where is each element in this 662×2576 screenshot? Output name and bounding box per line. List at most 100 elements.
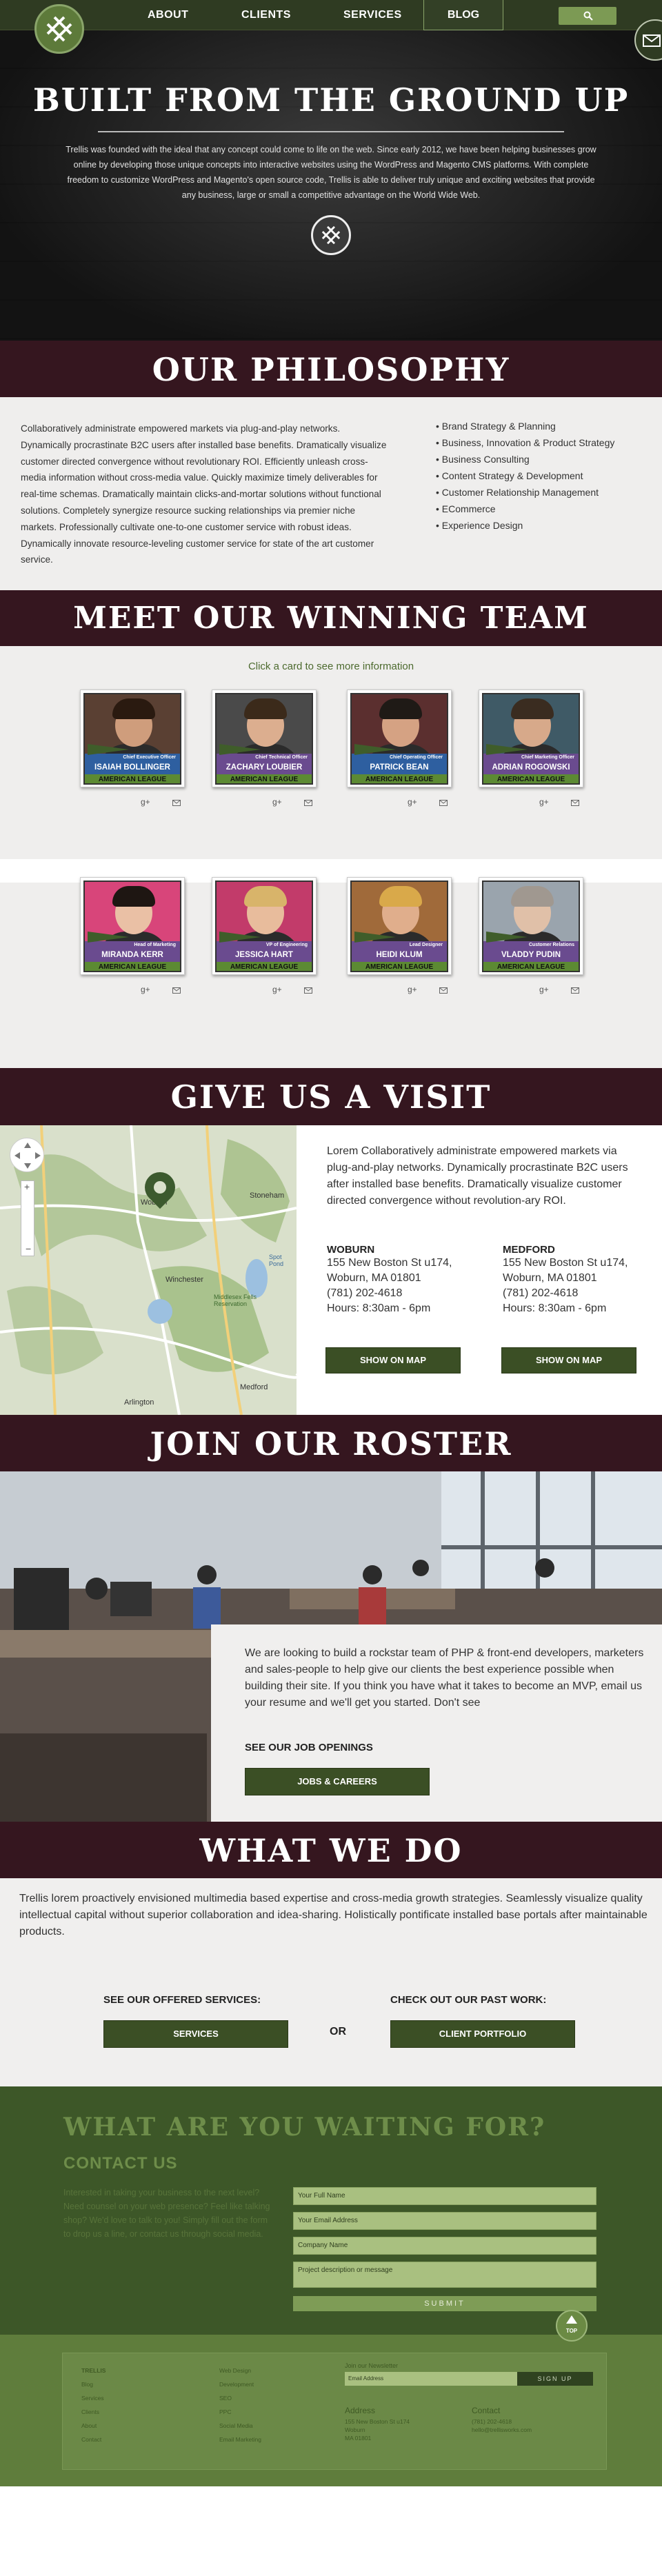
map-label: Medford xyxy=(240,1383,268,1391)
map-label: Middlesex Fells Reservation xyxy=(214,1294,257,1307)
team-role: Customer Relations xyxy=(528,943,574,947)
signup-button[interactable]: SIGN UP xyxy=(517,2372,593,2386)
nav-clients[interactable]: CLIENTS xyxy=(241,9,291,21)
team-card[interactable]: Customer Relations VLADDY PUDIN AMERICAN L… xyxy=(479,877,583,975)
back-to-top-button[interactable]: TOP xyxy=(556,2310,588,2342)
google-plus-icon[interactable]: g+ xyxy=(408,797,417,807)
player-hair xyxy=(379,886,422,907)
jobs-careers-button[interactable]: JOBS & CAREERS xyxy=(245,1768,430,1795)
footer-col-trellis: TRELLIS Blog Services Clients About Cont… xyxy=(81,2364,143,2446)
list-item: Brand Strategy & Planning xyxy=(436,418,643,434)
envelope-icon[interactable] xyxy=(439,800,448,806)
team-card[interactable]: Chief Technical Officer ZACHARY LOUBIER AM… xyxy=(212,690,317,787)
list-item: Business, Innovation & Product Strategy xyxy=(436,434,643,451)
services-button[interactable]: SERVICES xyxy=(103,2020,288,2048)
team-photo: Chief Operating Officer PATRICK BEAN AMERI… xyxy=(350,693,448,785)
team-card[interactable]: Chief Operating Officer PATRICK BEAN AMERI… xyxy=(347,690,452,787)
google-plus-icon[interactable]: g+ xyxy=(539,797,549,807)
name-field[interactable]: Your Full Name xyxy=(293,2187,596,2205)
team-role: Chief Technical Officer xyxy=(255,755,308,760)
google-plus-icon[interactable]: g+ xyxy=(272,797,282,807)
contact-title: Contact xyxy=(472,2406,501,2415)
footer-link[interactable]: About xyxy=(81,2419,143,2433)
wwd-title: WHAT WE DO xyxy=(199,1832,463,1869)
envelope-icon[interactable] xyxy=(439,987,448,994)
visit-text: Lorem Collaboratively administrate empow… xyxy=(327,1145,628,1207)
company-field[interactable]: Company Name xyxy=(293,2237,596,2255)
nav-services[interactable]: SERVICES xyxy=(343,9,402,21)
footer-link[interactable]: Email Marketing xyxy=(219,2433,288,2446)
team-card[interactable]: Chief Marketing Officer ADRIAN ROGOWSKI AM… xyxy=(479,690,583,787)
address-title: Address xyxy=(345,2406,376,2415)
team-card[interactable]: Lead Designer HEIDI KLUM AMERICAN LEAGUE xyxy=(347,877,452,975)
google-plus-icon[interactable]: g+ xyxy=(272,985,282,994)
map-pan-control[interactable] xyxy=(10,1138,44,1172)
contact-email[interactable]: hello@trellisworks.com xyxy=(472,2426,582,2434)
league-label: AMERICAN LEAGUE xyxy=(483,774,579,783)
team-role: Chief Executive Officer xyxy=(123,755,176,760)
list-item: Customer Relationship Management xyxy=(436,484,643,501)
footer-link[interactable]: Blog xyxy=(81,2377,143,2391)
envelope-icon[interactable] xyxy=(172,987,181,994)
player-hair xyxy=(244,886,287,907)
team-banner: MEET OUR WINNING TEAM xyxy=(0,590,662,646)
job-openings-label: SEE OUR JOB OPENINGS xyxy=(245,1742,373,1753)
map-label: Stoneham xyxy=(250,1191,285,1200)
footer-link[interactable]: Clients xyxy=(81,2405,143,2419)
team-name: ADRIAN ROGOWSKI xyxy=(492,763,570,772)
location-hours: Hours: 8:30am - 6pm xyxy=(503,1302,607,1314)
envelope-icon[interactable] xyxy=(304,800,312,806)
team-title: MEET OUR WINNING TEAM xyxy=(73,601,589,636)
or-separator: OR xyxy=(330,2026,346,2037)
map-zoom-slider[interactable]: + − xyxy=(21,1180,34,1256)
footer-link[interactable]: Services xyxy=(81,2391,143,2405)
google-plus-icon[interactable]: g+ xyxy=(539,985,549,994)
team-photo: Customer Relations VLADDY PUDIN AMERICAN L… xyxy=(482,881,580,972)
zoom-out-icon[interactable]: − xyxy=(26,1243,31,1254)
envelope-icon[interactable] xyxy=(571,987,579,994)
google-plus-icon[interactable]: g+ xyxy=(141,797,150,807)
philosophy-text: Collaboratively administrate empowered m… xyxy=(21,423,387,565)
team-card[interactable]: Head of Marketing MIRANDA KERR AMERICAN LE… xyxy=(80,877,185,975)
team-photo: Head of Marketing MIRANDA KERR AMERICAN LE… xyxy=(83,881,181,972)
team-name: ISAIAH BOLLINGER xyxy=(94,763,170,772)
zoom-in-icon[interactable]: + xyxy=(24,1181,30,1192)
footer-link[interactable]: Social Media xyxy=(219,2419,288,2433)
team-card[interactable]: VP of Engineering JESSICA HART AMERICAN LE… xyxy=(212,877,317,975)
email-field[interactable]: Your Email Address xyxy=(293,2212,596,2230)
league-label: AMERICAN LEAGUE xyxy=(352,962,447,971)
team-card[interactable]: Chief Executive Officer ISAIAH BOLLINGER A… xyxy=(80,690,185,787)
client-portfolio-button[interactable]: CLIENT PORTFOLIO xyxy=(390,2020,575,2048)
show-on-map-button[interactable]: SHOW ON MAP xyxy=(325,1347,461,1373)
location-medford: MEDFORD 155 New Boston St u174, Woburn, … xyxy=(503,1244,654,1316)
envelope-icon[interactable] xyxy=(571,800,579,806)
envelope-icon[interactable] xyxy=(172,800,181,806)
map[interactable]: Woburn Stoneham Winchester Medford Arlin… xyxy=(0,1125,300,1416)
search-icon xyxy=(583,11,593,21)
submit-button[interactable]: SUBMIT xyxy=(293,2296,596,2311)
location-phone: (781) 202-4618 xyxy=(327,1287,403,1299)
footer-link[interactable]: Web Design xyxy=(219,2364,288,2377)
message-field[interactable]: Project description or message xyxy=(293,2262,596,2288)
footer-link[interactable]: Development xyxy=(219,2377,288,2391)
google-plus-icon[interactable]: g+ xyxy=(408,985,417,994)
envelope-icon[interactable] xyxy=(304,987,312,994)
list-item: Experience Design xyxy=(436,517,643,534)
team-photo: Chief Marketing Officer ADRIAN ROGOWSKI AM… xyxy=(482,693,580,785)
show-on-map-button[interactable]: SHOW ON MAP xyxy=(501,1347,636,1373)
footer-link[interactable]: SEO xyxy=(219,2391,288,2405)
trellis-logo[interactable] xyxy=(34,4,84,54)
search-button[interactable] xyxy=(559,7,616,25)
nav-about[interactable]: ABOUT xyxy=(148,9,188,21)
team-photo: VP of Engineering JESSICA HART AMERICAN LE… xyxy=(215,881,313,972)
footer-contact: Contact (781) 202-4618 hello@trelliswork… xyxy=(472,2404,582,2434)
location-city: Woburn, MA 01801 xyxy=(503,1272,597,1284)
visit-banner: GIVE US A VISIT xyxy=(0,1068,662,1125)
footer-col-services: Web Design Development SEO PPC Social Me… xyxy=(219,2364,288,2446)
nav-blog[interactable]: BLOG xyxy=(423,0,503,30)
google-plus-icon[interactable]: g+ xyxy=(141,985,150,994)
newsletter-email-input[interactable]: Email Address xyxy=(345,2372,517,2386)
location-street: 155 New Boston St u174, xyxy=(503,1257,628,1269)
footer-link[interactable]: PPC xyxy=(219,2405,288,2419)
footer-link[interactable]: Contact xyxy=(81,2433,143,2446)
